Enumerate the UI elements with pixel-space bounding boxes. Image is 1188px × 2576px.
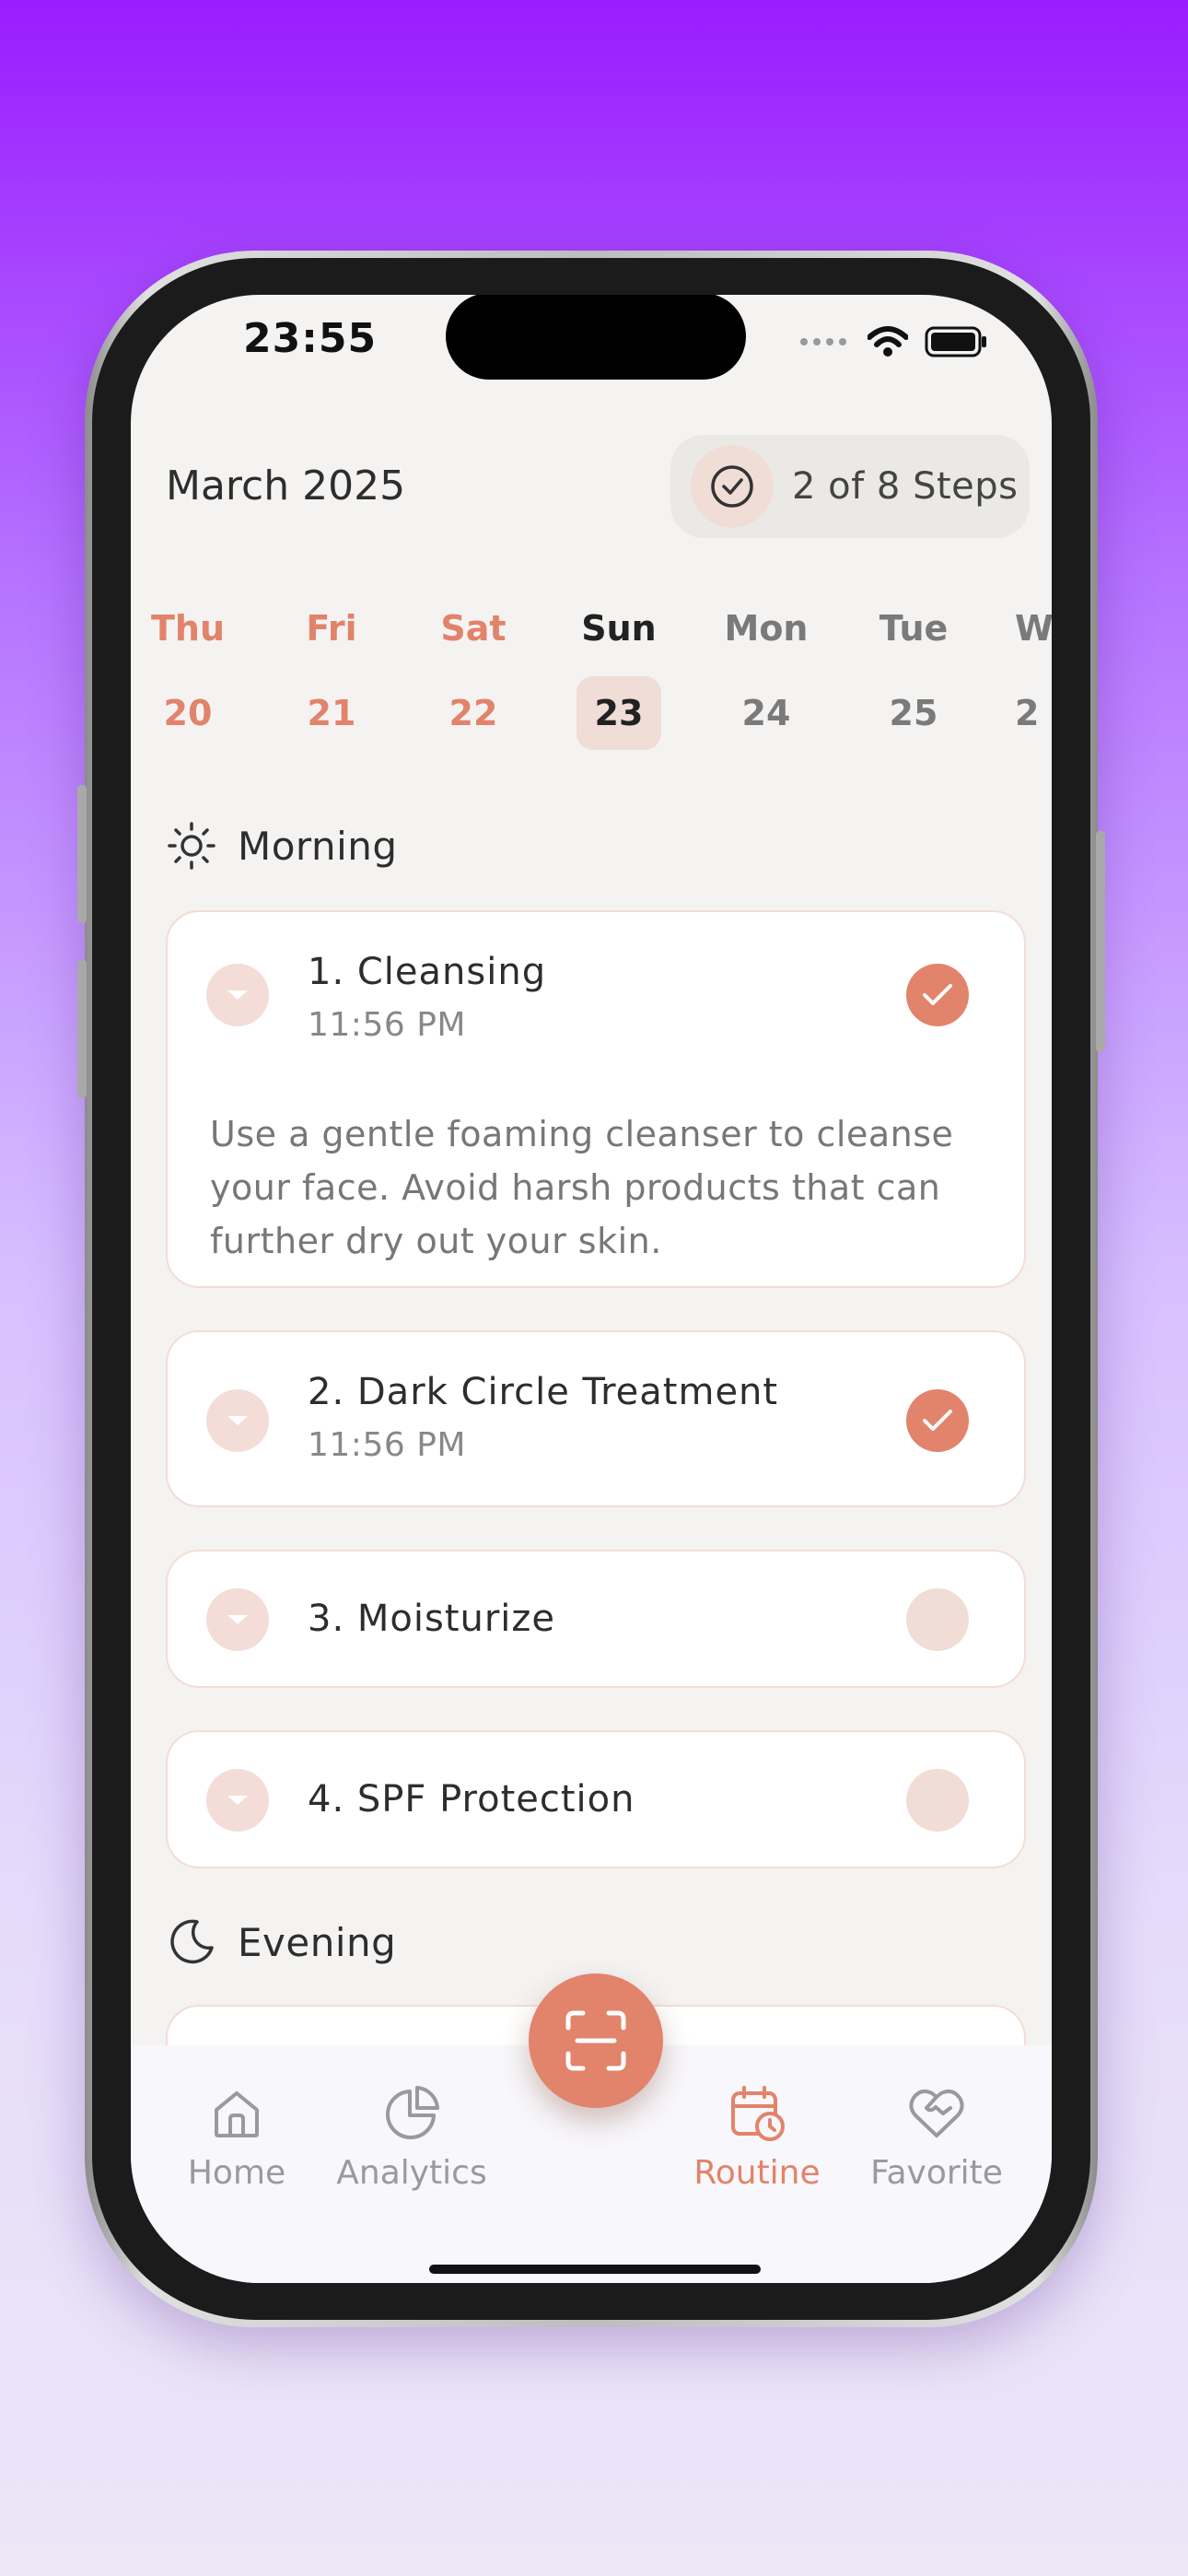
checkmark-icon [923,1410,952,1431]
day-name: Sun [581,608,657,649]
day-sat[interactable]: Sat 22 [427,608,519,750]
morning-label: Morning [238,823,398,869]
routine-card-dark-circle[interactable]: 2. Dark Circle Treatment 11:56 PM [166,1330,1026,1507]
card-description: Use a gentle foaming cleanser to cleanse… [210,1114,954,1261]
dynamic-island [446,295,746,380]
heart-handshake-icon [909,2089,964,2137]
pie-chart-icon [386,2086,439,2139]
volume-up-button [77,785,87,923]
phone-device: 23:55 March 2025 2 of 8 Steps Thu 20 Fri… [77,251,1105,2327]
checkbox-unchecked[interactable] [906,1588,969,1651]
tab-routine[interactable]: Routine [670,2084,844,2192]
day-wed-partial[interactable]: W 2 [1015,608,1052,750]
tab-routine-label: Routine [693,2154,821,2192]
phone-frame: 23:55 March 2025 2 of 8 Steps Thu 20 Fri… [92,258,1090,2320]
day-name: Thu [150,608,226,649]
card-title: 1. Cleansing [308,951,547,993]
day-mon[interactable]: Mon 24 [720,608,812,750]
morning-section-header: Morning [166,820,398,872]
routine-card-spf[interactable]: 4. SPF Protection [166,1730,1026,1868]
checkbox-unchecked[interactable] [906,1769,969,1832]
card-title: 3. Moisturize [308,1598,556,1640]
day-name: Tue [879,608,949,649]
month-title: March 2025 [166,463,406,509]
card-title: 4. SPF Protection [308,1778,635,1821]
evening-section-header: Evening [166,1916,396,1968]
day-name: Fri [306,608,357,649]
battery-icon [925,326,986,357]
tab-home[interactable]: Home [149,2084,324,2192]
steps-count: 2 of 8 Steps [792,465,1019,508]
scan-button[interactable] [529,1973,663,2108]
chevron-down-icon[interactable] [206,1588,269,1651]
volume-down-button [77,960,87,1098]
chevron-down-icon[interactable] [206,1769,269,1832]
tab-favorite[interactable]: Favorite [849,2084,1024,2192]
wifi-icon [868,326,908,357]
chevron-down-icon[interactable] [206,1389,269,1452]
tab-favorite-label: Favorite [870,2154,1003,2192]
day-thu[interactable]: Thu 20 [142,608,234,750]
routine-card-cleansing[interactable]: 1. Cleansing 11:56 PM Use a gentle foami… [166,910,1026,1288]
day-sun-selected[interactable]: Sun 23 [573,608,665,750]
day-date: 25 [889,693,938,733]
evening-label: Evening [238,1919,397,1965]
day-fri[interactable]: Fri 21 [285,608,378,750]
scan-icon [565,2010,626,2071]
day-date: 21 [307,693,356,733]
checkmark-icon [923,984,952,1005]
check-circle-icon [691,445,774,528]
day-date: 2 [1015,693,1040,733]
signal-icon [800,338,846,345]
steps-progress-pill[interactable]: 2 of 8 Steps [670,435,1030,538]
day-date: 24 [741,693,791,733]
day-date: 20 [163,693,213,733]
checkbox-checked[interactable] [906,1389,969,1452]
sun-icon [168,822,215,870]
routine-card-moisturize[interactable]: 3. Moisturize [166,1550,1026,1688]
chevron-down-icon[interactable] [206,964,269,1026]
moon-icon [170,1919,214,1964]
day-tue[interactable]: Tue 25 [868,608,960,750]
power-button [1096,831,1105,1052]
day-date: 23 [577,676,661,750]
card-time: 11:56 PM [308,1426,466,1464]
tab-analytics-label: Analytics [336,2154,487,2192]
day-name: Mon [724,608,809,649]
day-name: W [1015,608,1052,649]
tab-home-label: Home [187,2154,286,2192]
home-indicator [429,2265,761,2274]
card-time: 11:56 PM [308,1006,466,1044]
day-name: Sat [440,608,507,649]
app-screen: 23:55 March 2025 2 of 8 Steps Thu 20 Fri… [131,295,1052,2283]
tab-analytics[interactable]: Analytics [324,2084,499,2192]
checkbox-checked[interactable] [906,964,969,1026]
home-icon [215,2091,259,2137]
calendar-clock-icon [731,2086,785,2141]
status-time: 23:55 [243,315,378,362]
card-title: 2. Dark Circle Treatment [308,1371,779,1413]
status-icons [799,326,989,357]
day-date: 22 [448,693,498,733]
